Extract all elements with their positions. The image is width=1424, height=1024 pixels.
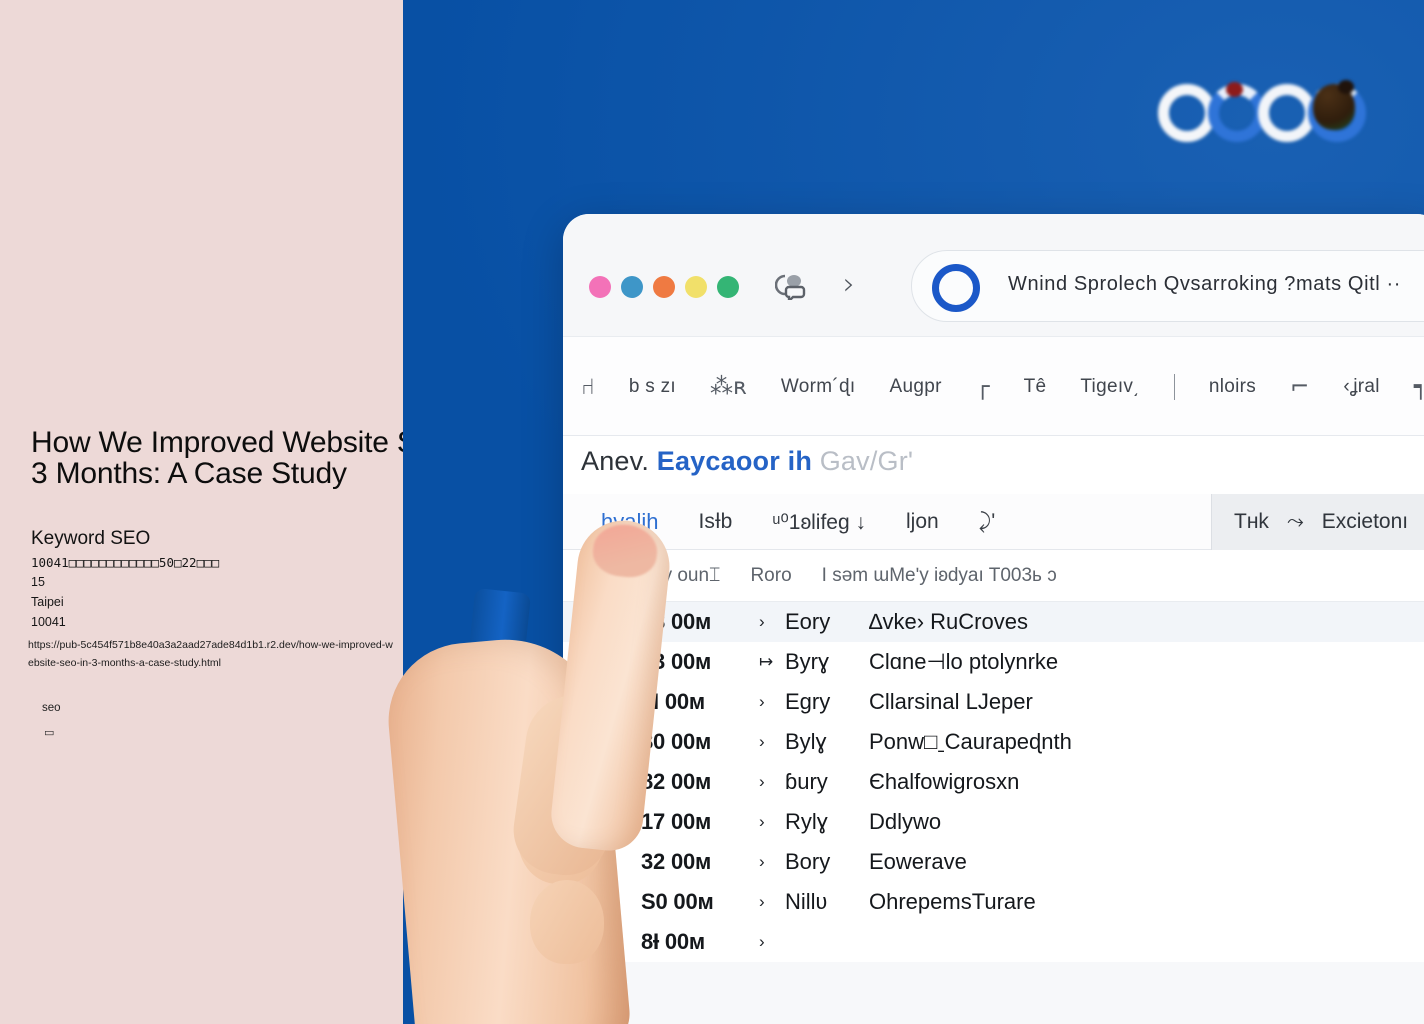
page-title: How We Improved Website SEO in 3 Months:… — [31, 426, 403, 490]
table-cell-c: Єhalfowigrosxn — [869, 769, 1020, 794]
table-row[interactable]: S0 00м › Nillʋ OhrepemsTurare — [563, 882, 1424, 922]
table-cell-arrow: › — [759, 852, 765, 871]
table-column-header: Hlʹy oun⌶ Roro I səm ɯMeʹy iʚdyaı T003ь ɔ — [563, 550, 1424, 602]
article-tag[interactable]: seo — [42, 702, 61, 714]
filter-panel-item-0[interactable]: Tʜk — [1234, 510, 1269, 534]
article-postal-code: 10041 — [31, 615, 66, 629]
table-cell-arrow: › — [759, 812, 765, 831]
results-table: 68 00м › Eory ∆vke› RuCroves 13 00м ↦ Byrɣ Clɑn… — [563, 602, 1424, 962]
page-heading: Anev. Eaycaoor ih Gav/Grʹ — [563, 436, 1424, 494]
filter-item-2[interactable]: ᵘ⁰1ʚlifeg ↓ — [772, 510, 866, 535]
toolbar-item-11[interactable]: ‹ʝral — [1343, 376, 1380, 398]
column-header-2[interactable]: I səm ɯMeʹy iʚdyaı T003ь ɔ — [822, 565, 1057, 587]
table-cell-arrow: › — [759, 692, 765, 711]
filter-panel-item-2[interactable]: Excietonı — [1322, 510, 1408, 534]
address-bar-text: Wnind Sprolech Qvsarroking ?mats Qitl ·· — [1008, 273, 1402, 295]
address-bar[interactable]: Wnind Sprolech Qvsarroking ?mats Qitl ·· — [911, 250, 1424, 322]
article-url[interactable]: https://pub-5c454f571b8e40a3a2aad27ade84… — [28, 636, 396, 672]
toolbar-item-5[interactable]: ┌ — [976, 374, 990, 400]
article-address: 10041□□□□□□□□□□□□50□22□□□ — [31, 555, 220, 570]
window-dot-green[interactable] — [717, 276, 739, 298]
logo-accent-red — [1226, 82, 1243, 97]
table-cell-arrow: › — [759, 612, 765, 631]
article-city: Taipei — [31, 595, 64, 609]
window-dot-blue[interactable] — [621, 276, 643, 298]
table-cell-arrow: › — [759, 892, 765, 911]
table-row[interactable]: 32 00м › Bory Eowerave — [563, 842, 1424, 882]
table-cell-c: Cllarsinal LJeper — [869, 689, 1033, 714]
table-cell-b: Bory — [785, 849, 831, 874]
toolbar-item-4[interactable]: Augpr — [890, 376, 942, 398]
article-subtitle: Keyword SEO — [31, 528, 151, 549]
column-header-list: Hlʹy oun⌶ Roro I səm ɯMeʹy iʚdyaı T003ь ɔ — [641, 550, 1057, 602]
article-number: 15 — [31, 575, 45, 589]
table-row[interactable]: 68 00м › Eory ∆vke› RuCroves — [563, 602, 1424, 642]
hand-fingertip — [590, 521, 660, 580]
table-cell-arrow: › — [759, 732, 765, 751]
toolbar-item-1[interactable]: b s zı — [629, 376, 676, 398]
table-row[interactable]: 80 00м › Bylɣ Ponw□ˍCaurapeɖnth — [563, 722, 1424, 762]
page-heading-line: Anev. Eaycaoor ih Gav/Grʹ — [581, 446, 913, 477]
toolbar-item-10[interactable]: ⌐ — [1290, 374, 1309, 400]
filter-panel-item-1[interactable]: ⤳ — [1287, 510, 1304, 534]
toolbar-item-0[interactable]: ⑁ — [581, 374, 595, 400]
blurred-brand-logo — [1158, 78, 1366, 152]
toolbar-item-list: ⑁ b s zı ⁂ʀ Worm´ɖı Augpr ┌ Tê Tigeıv͵ nloirs ⌐ ‹ʝ… — [581, 337, 1424, 437]
toolbar-item-6[interactable]: Tê — [1024, 376, 1047, 398]
page-heading-dark: Anev. — [581, 446, 650, 476]
table-cell-c: Eowerave — [869, 849, 967, 874]
table-cell-b: Nillʋ — [785, 889, 828, 914]
table-cell-b: Rylɣ — [785, 809, 828, 834]
table-cell-b: Bylɣ — [785, 729, 827, 754]
table-row[interactable]: 82 00м › ɓury Єhalfowigrosxn — [563, 762, 1424, 802]
page-heading-blue: Eaycaoor ih — [656, 446, 813, 476]
filter-row: hvalihIsƗbᵘ⁰1ʚlifeg ↓ljon⤸ʹ Tʜk⤳Excieton… — [563, 494, 1424, 550]
toolbar-item-3[interactable]: Worm´ɖı — [781, 376, 856, 398]
toolbar-item-7[interactable]: Tigeıv͵ — [1080, 376, 1139, 398]
window-dot-yellow[interactable] — [685, 276, 707, 298]
window-dot-orange[interactable] — [653, 276, 675, 298]
hand-knuckle-2 — [530, 880, 604, 964]
table-row[interactable]: 8I 00м › Egry Cllarsinal LJeper — [563, 682, 1424, 722]
window-control-dots[interactable] — [589, 276, 739, 298]
browser-toolbar: ⑁ b s zı ⁂ʀ Worm´ɖı Augpr ┌ Tê Tigeıv͵ nloirs ⌐ ‹ʝ… — [563, 336, 1424, 436]
toolbar-divider — [1173, 374, 1175, 400]
table-row[interactable]: 13 00м ↦ Byrɣ Clɑne⊣lo ptolynrke — [563, 642, 1424, 682]
table-cell-b: Egry — [785, 689, 831, 714]
toolbar-item-9[interactable]: nloirs — [1209, 376, 1256, 398]
hand-index-finger — [548, 516, 674, 854]
forward-chevron-icon[interactable]: › — [843, 270, 855, 300]
table-cell-arrow: › — [759, 772, 765, 791]
filter-item-3[interactable]: ljon — [906, 510, 939, 534]
screenshot-root: › Wnind Sprolech Qvsarroking ?mats Qitl … — [0, 0, 1424, 1024]
circle-icon — [932, 264, 980, 312]
toolbar-item-12[interactable]: ┑ — [1414, 374, 1424, 400]
table-cell-b: Byrɣ — [785, 649, 830, 674]
toolbar-item-2[interactable]: ⁂ʀ — [710, 374, 747, 400]
filter-item-4[interactable]: ⤸ʹ — [979, 510, 996, 534]
browser-window: › Wnind Sprolech Qvsarroking ?mats Qitl … — [563, 214, 1424, 1024]
article-panel: How We Improved Website SEO in 3 Months:… — [0, 0, 403, 1024]
table-cell-c: Clɑne⊣lo ptolynrke — [869, 649, 1059, 674]
table-cell-c: OhrepemsTurare — [869, 889, 1036, 914]
table-cell-b: Eory — [785, 609, 831, 634]
chat-back-icon[interactable] — [775, 270, 809, 300]
page-heading-gray: Gav/Grʹ — [819, 446, 914, 476]
table-cell-c: Ponw□ˍCaurapeɖnth — [869, 729, 1072, 754]
table-cell-arrow: ↦ — [759, 652, 774, 671]
table-row[interactable]: 8Ɨ 00м › — [563, 922, 1424, 962]
filter-side-panel[interactable]: Tʜk ⤳ Excietonı — [1211, 494, 1424, 550]
table-cell-c: Ddlywo — [869, 809, 942, 834]
table-cell-c: ∆vke› RuCroves — [869, 609, 1028, 634]
filter-item-1[interactable]: IsƗb — [698, 510, 732, 534]
table-cell-arrow: › — [759, 932, 765, 951]
tag-box-icon: ▭ — [44, 726, 55, 739]
logo-accent-dot — [1338, 80, 1354, 94]
table-cell-b: ɓury — [785, 769, 828, 794]
browser-titlebar: › Wnind Sprolech Qvsarroking ?mats Qitl … — [563, 214, 1424, 336]
window-dot-pink[interactable] — [589, 276, 611, 298]
pointing-hand — [382, 516, 674, 1024]
column-header-1[interactable]: Roro — [750, 565, 791, 587]
table-row[interactable]: 17 00м › Rylɣ Ddlywo — [563, 802, 1424, 842]
